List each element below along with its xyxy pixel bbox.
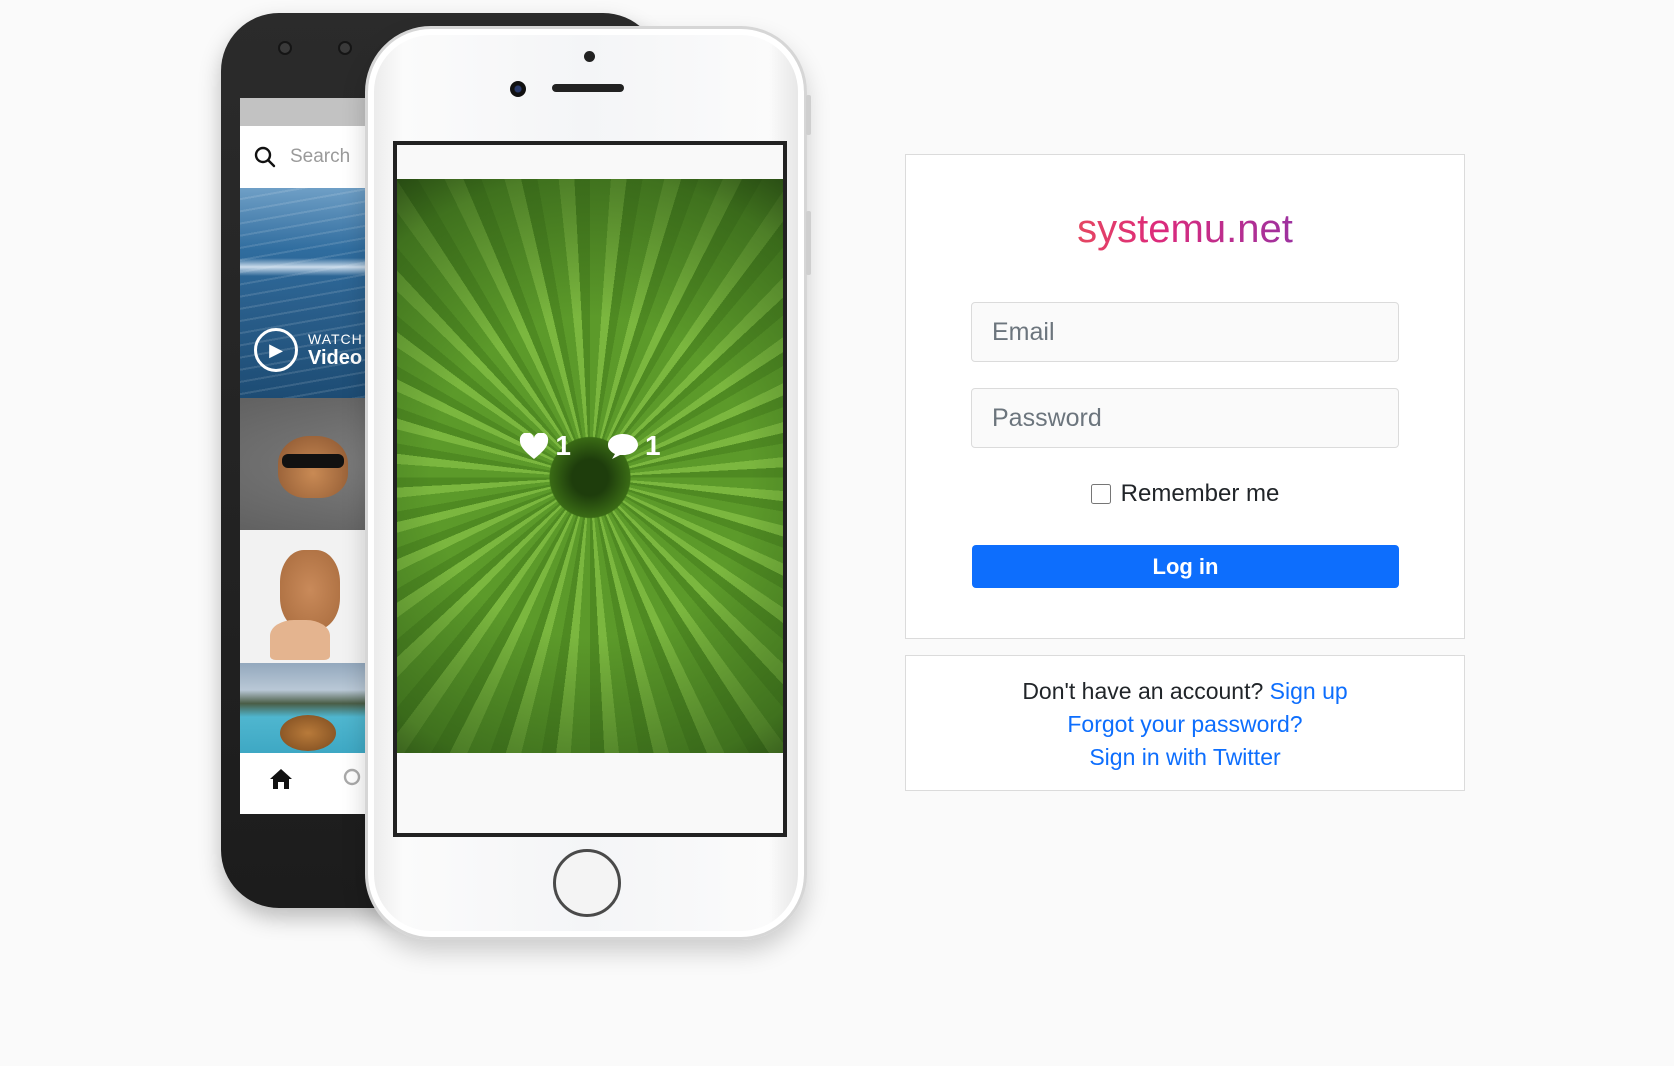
camera-icon [278,41,292,55]
comment-icon [608,434,638,459]
search-icon [254,146,276,168]
heart-icon [520,432,549,459]
side-button [806,95,811,135]
play-icon: ▶ [254,328,298,372]
sensor-icon [338,41,352,55]
side-button [806,211,811,275]
login-button[interactable]: Log in [972,545,1399,588]
links-card: Don't have an account? Sign up Forgot yo… [905,655,1465,791]
front-phone-screen: 1 1 [393,141,787,837]
no-account-text: Don't have an account? [1022,678,1264,704]
video-label: Video [308,346,363,369]
search-placeholder: Search [290,146,351,167]
login-card: systemu.net Remember me Log in [905,154,1465,639]
speaker-grille [552,84,624,92]
site-logo: systemu.net [906,207,1464,252]
camera-icon [510,81,526,97]
remember-me-row: Remember me [906,480,1464,508]
email-field[interactable] [971,302,1399,362]
sign-up-link[interactable]: Sign up [1270,678,1348,704]
search-icon [343,768,361,786]
twitter-signin-link[interactable]: Sign in with Twitter [1089,744,1280,770]
sensor-icon [584,51,595,62]
home-button [553,849,621,917]
watch-label: WATCH [308,330,363,347]
password-field[interactable] [971,388,1399,448]
home-icon [270,769,292,789]
comments-count: 1 [645,430,661,461]
flower-photo [397,179,783,753]
likes-count: 1 [555,430,571,461]
post-stats-overlay: 1 1 [397,430,783,462]
front-phone-mockup: 1 1 [365,26,811,940]
remember-me-label: Remember me [1120,480,1280,507]
forgot-password-link[interactable]: Forgot your password? [1067,711,1302,737]
remember-me-checkbox[interactable] [1090,484,1111,504]
